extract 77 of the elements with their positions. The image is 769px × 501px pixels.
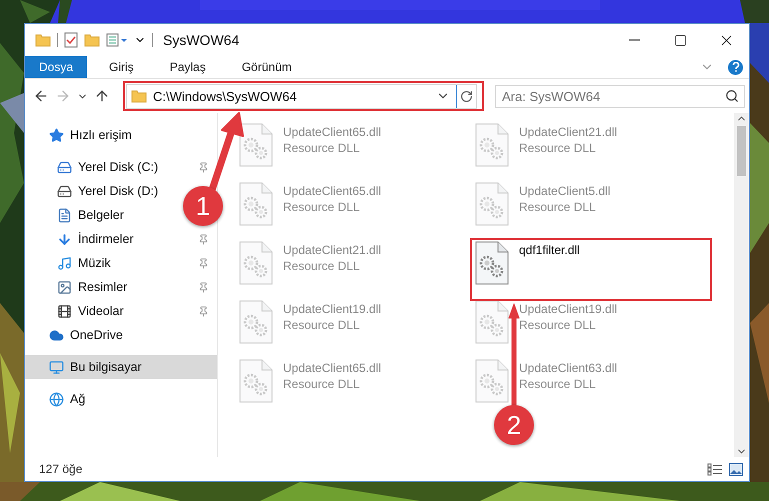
drive-icon bbox=[57, 184, 72, 198]
large-icons-view-icon[interactable] bbox=[729, 462, 743, 476]
sidebar-item[interactable]: Yerel Disk (D:) bbox=[25, 179, 166, 203]
gear-file-icon bbox=[475, 241, 509, 285]
minimize-icon bbox=[628, 39, 640, 41]
search-field[interactable]: Ara: SysWOW64 bbox=[495, 84, 745, 108]
cloud-icon bbox=[49, 328, 64, 342]
sidebar-item[interactable]: Müzik bbox=[25, 251, 217, 275]
file-type: Resource DLL bbox=[519, 141, 596, 155]
gear-file-icon bbox=[475, 123, 509, 167]
search-icon[interactable] bbox=[725, 88, 739, 102]
back-button[interactable] bbox=[33, 88, 49, 104]
sidebar-item[interactable]: İndirmeler bbox=[25, 227, 217, 251]
gear-file-icon bbox=[239, 123, 273, 167]
sidebar-item[interactable]: Ağ bbox=[25, 387, 94, 411]
network-icon bbox=[49, 392, 64, 406]
star-icon bbox=[49, 128, 64, 142]
sidebar-item[interactable]: OneDrive bbox=[25, 323, 131, 347]
file-name[interactable]: qdf1filter.dll bbox=[519, 243, 580, 257]
folder-icon bbox=[35, 33, 51, 47]
monitor-icon bbox=[49, 360, 64, 374]
gear-file-icon bbox=[475, 300, 509, 344]
scroll-thumb[interactable] bbox=[737, 126, 746, 176]
document-icon bbox=[57, 208, 72, 222]
sidebar-label: OneDrive bbox=[70, 328, 123, 342]
sidebar-label: Ağ bbox=[70, 392, 86, 406]
film-icon bbox=[57, 304, 72, 318]
sidebar-item[interactable]: Videolar bbox=[25, 299, 217, 323]
gear-file-icon bbox=[475, 359, 509, 403]
ribbon-tab[interactable]: Dosya bbox=[25, 56, 88, 78]
gear-file-icon bbox=[475, 182, 509, 226]
gear-file-icon bbox=[239, 241, 273, 285]
window-title: SysWOW64 bbox=[163, 32, 240, 48]
sidebar-label: İndirmeler bbox=[78, 232, 135, 246]
details-view-icon[interactable] bbox=[707, 462, 723, 476]
file-type: Resource DLL bbox=[283, 141, 360, 155]
picture-icon bbox=[57, 280, 72, 294]
gear-file-icon bbox=[239, 359, 273, 403]
sidebar-label: Resimler bbox=[78, 280, 128, 294]
address-bar[interactable]: C:\Windows\SysWOW64 bbox=[126, 84, 477, 108]
refresh-icon[interactable] bbox=[460, 90, 473, 102]
item-count: 127 öğe bbox=[39, 462, 82, 476]
drive-icon bbox=[57, 160, 72, 174]
file-type: Resource DLL bbox=[283, 377, 360, 391]
file-type: Resource DLL bbox=[283, 318, 360, 332]
file-type: Resource DLL bbox=[283, 259, 360, 273]
maximize-icon bbox=[674, 34, 686, 46]
ribbon-tab[interactable]: Görünüm bbox=[228, 56, 306, 78]
sidebar-label: Müzik bbox=[78, 256, 112, 270]
file-type: Resource DLL bbox=[519, 200, 596, 214]
file-type: Resource DLL bbox=[519, 377, 596, 391]
sidebar-item[interactable]: Yerel Disk (C:) bbox=[25, 155, 217, 179]
ribbon-tab[interactable]: Paylaş bbox=[156, 56, 220, 78]
sidebar-item[interactable]: Resimler bbox=[25, 275, 217, 299]
sidebar-item[interactable]: Hızlı erişim bbox=[25, 123, 140, 147]
sidebar-label: Yerel Disk (D:) bbox=[78, 184, 158, 198]
sidebar-label: Yerel Disk (C:) bbox=[78, 160, 160, 174]
help-icon[interactable] bbox=[728, 60, 743, 74]
gear-file-icon bbox=[239, 300, 273, 344]
properties-icon[interactable] bbox=[106, 33, 128, 47]
folder-icon bbox=[131, 89, 147, 103]
sidebar-item[interactable]: Bu bilgisayar bbox=[25, 355, 217, 379]
download-icon bbox=[57, 232, 72, 246]
sidebar-label: Videolar bbox=[78, 304, 125, 318]
gear-file-icon bbox=[239, 182, 273, 226]
ribbon-tab[interactable]: Giriş bbox=[95, 56, 148, 78]
sidebar-label: Bu bilgisayar bbox=[70, 360, 143, 374]
sidebar-label: Hızlı erişim bbox=[70, 128, 132, 142]
address-path: C:\Windows\SysWOW64 bbox=[153, 88, 298, 104]
music-note-icon bbox=[57, 256, 72, 270]
checklist-icon[interactable] bbox=[64, 32, 78, 48]
scrollbar[interactable] bbox=[734, 113, 749, 457]
up-button[interactable] bbox=[94, 88, 110, 104]
sidebar-item[interactable]: Belgeler bbox=[25, 203, 132, 227]
sidebar-label: Belgeler bbox=[78, 208, 124, 222]
file-type: Resource DLL bbox=[519, 318, 596, 332]
file-type: Resource DLL bbox=[283, 200, 360, 214]
